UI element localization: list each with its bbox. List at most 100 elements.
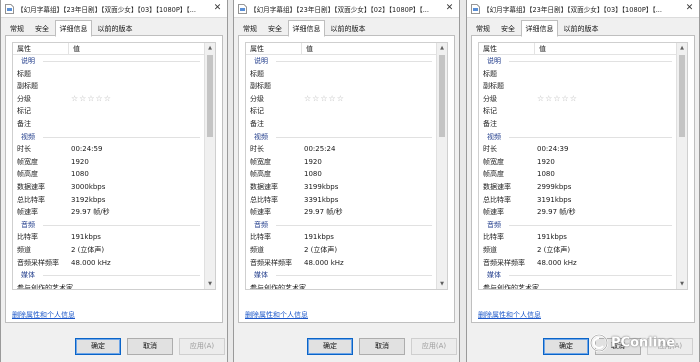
close-icon[interactable]: ✕ [443,2,456,15]
title-bar[interactable]: 【幻月字幕组】【23年日剧】【双面少女】【03】【1080P】【... ✕ [1,0,227,18]
column-name-header[interactable]: 属性 [246,43,302,55]
section-header[interactable]: 视频 [246,131,436,144]
property-row[interactable]: 副标题 [13,80,204,93]
remove-properties-link[interactable]: 删除属性和个人信息 [12,310,75,320]
property-row[interactable]: 备注 [479,118,676,131]
scroll-down-icon[interactable]: ▼ [437,279,447,289]
remove-properties-link[interactable]: 删除属性和个人信息 [478,310,541,320]
tab-previous-versions[interactable]: 以前的版本 [93,23,137,36]
tab-general[interactable]: 常规 [471,23,495,36]
property-row[interactable]: 分级 ☆☆☆☆☆ [246,93,436,106]
property-row[interactable]: 备注 [246,118,436,131]
column-value-header[interactable]: 值 [69,43,80,55]
property-row[interactable]: 参与创作的艺术家 [479,282,676,289]
property-row[interactable]: 分级 ☆☆☆☆☆ [13,93,204,106]
property-row[interactable]: 标记 [13,105,204,118]
apply-button[interactable]: 应用(A) [179,338,225,355]
title-bar[interactable]: 【幻月字幕组】【23年日剧】【双面少女】【03】【1080P】【... ✕ [467,0,699,18]
column-value-header[interactable]: 值 [302,43,313,55]
column-name-header[interactable]: 属性 [13,43,69,55]
scroll-down-icon[interactable]: ▼ [677,279,687,289]
scroll-up-icon[interactable]: ▲ [437,43,447,53]
rating-stars[interactable]: ☆☆☆☆☆ [71,93,112,106]
scroll-thumb[interactable] [207,55,213,137]
property-row[interactable]: 分级 ☆☆☆☆☆ [479,93,676,106]
tab-security[interactable]: 安全 [263,23,287,36]
column-name-header[interactable]: 属性 [479,43,535,55]
property-row[interactable]: 音频采样频率 48.000 kHz [13,257,204,270]
property-row[interactable]: 总比特率 3192kbps [13,194,204,207]
rating-stars[interactable]: ☆☆☆☆☆ [304,93,345,106]
property-row[interactable]: 标题 [246,68,436,81]
section-header[interactable]: 说明 [13,55,204,68]
property-row[interactable]: 帧高度 1080 [13,168,204,181]
tab-general[interactable]: 常规 [5,23,29,36]
tab-details[interactable]: 详细信息 [55,20,92,37]
property-row[interactable]: 数据速率 3000kbps [13,181,204,194]
property-row[interactable]: 总比特率 3191kbps [479,194,676,207]
ok-button[interactable]: 确定 [543,338,589,355]
property-row[interactable]: 时长 00:24:59 [13,143,204,156]
close-icon[interactable]: ✕ [683,2,696,15]
vertical-scrollbar[interactable]: ▲ ▼ [676,43,687,289]
property-row[interactable]: 帧速率 29.97 帧/秒 [13,206,204,219]
vertical-scrollbar[interactable]: ▲ ▼ [436,43,447,289]
property-row[interactable]: 备注 [13,118,204,131]
property-row[interactable]: 参与创作的艺术家 [13,282,204,289]
tab-details[interactable]: 详细信息 [288,20,325,37]
title-bar[interactable]: 【幻月字幕组】【23年日剧】【双面少女】【02】【1080P】【... ✕ [234,0,459,18]
column-value-header[interactable]: 值 [535,43,546,55]
section-header[interactable]: 音频 [246,219,436,232]
section-header[interactable]: 说明 [479,55,676,68]
property-row[interactable]: 数据速率 2999kbps [479,181,676,194]
ok-button[interactable]: 确定 [75,338,121,355]
property-row[interactable]: 比特率 191kbps [13,231,204,244]
remove-properties-link[interactable]: 删除属性和个人信息 [245,310,308,320]
property-row[interactable]: 帧宽度 1920 [13,156,204,169]
property-row[interactable]: 标题 [479,68,676,81]
property-row[interactable]: 音频采样频率 48.000 kHz [479,257,676,270]
property-row[interactable]: 帧速率 29.97 帧/秒 [479,206,676,219]
property-row[interactable]: 时长 00:25:24 [246,143,436,156]
property-row[interactable]: 帧速率 29.97 帧/秒 [246,206,436,219]
property-row[interactable]: 标题 [13,68,204,81]
property-row[interactable]: 比特率 191kbps [479,231,676,244]
property-row[interactable]: 副标题 [479,80,676,93]
property-row[interactable]: 帧宽度 1920 [479,156,676,169]
property-row[interactable]: 频道 2 (立体声) [13,244,204,257]
property-row[interactable]: 数据速率 3199kbps [246,181,436,194]
cancel-button[interactable]: 取消 [127,338,173,355]
rating-stars[interactable]: ☆☆☆☆☆ [537,93,578,106]
cancel-button[interactable]: 取消 [359,338,405,355]
tab-previous-versions[interactable]: 以前的版本 [326,23,370,36]
close-icon[interactable]: ✕ [211,2,224,15]
property-list[interactable]: 属性 值 说明 标题 副标题 分级 ☆☆☆☆☆ 标记 备注 视频 时长 00:24:59 帧宽度 19… [12,42,216,290]
property-row[interactable]: 帧宽度 1920 [246,156,436,169]
property-row[interactable]: 参与创作的艺术家 [246,282,436,289]
ok-button[interactable]: 确定 [307,338,353,355]
scroll-down-icon[interactable]: ▼ [205,279,215,289]
property-row[interactable]: 音频采样频率 48.000 kHz [246,257,436,270]
vertical-scrollbar[interactable]: ▲ ▼ [204,43,215,289]
section-header[interactable]: 说明 [246,55,436,68]
property-row[interactable]: 副标题 [246,80,436,93]
tab-security[interactable]: 安全 [30,23,54,36]
property-row[interactable]: 帧高度 1080 [246,168,436,181]
section-header[interactable]: 视频 [13,131,204,144]
scroll-thumb[interactable] [439,55,445,137]
section-header[interactable]: 媒体 [13,269,204,282]
property-row[interactable]: 总比特率 3391kbps [246,194,436,207]
tab-security[interactable]: 安全 [496,23,520,36]
section-header[interactable]: 媒体 [479,269,676,282]
tab-details[interactable]: 详细信息 [521,20,558,37]
apply-button[interactable]: 应用(A) [411,338,457,355]
property-row[interactable]: 频道 2 (立体声) [246,244,436,257]
property-row[interactable]: 标记 [479,105,676,118]
property-row[interactable]: 频道 2 (立体声) [479,244,676,257]
property-row[interactable]: 比特率 191kbps [246,231,436,244]
property-list[interactable]: 属性 值 说明 标题 副标题 分级 ☆☆☆☆☆ 标记 备注 视频 时长 00:25:24 帧宽度 19… [245,42,448,290]
property-list[interactable]: 属性 值 说明 标题 副标题 分级 ☆☆☆☆☆ 标记 备注 视频 时长 00:24:39 帧宽度 19… [478,42,688,290]
scroll-up-icon[interactable]: ▲ [677,43,687,53]
section-header[interactable]: 媒体 [246,269,436,282]
tab-general[interactable]: 常规 [238,23,262,36]
